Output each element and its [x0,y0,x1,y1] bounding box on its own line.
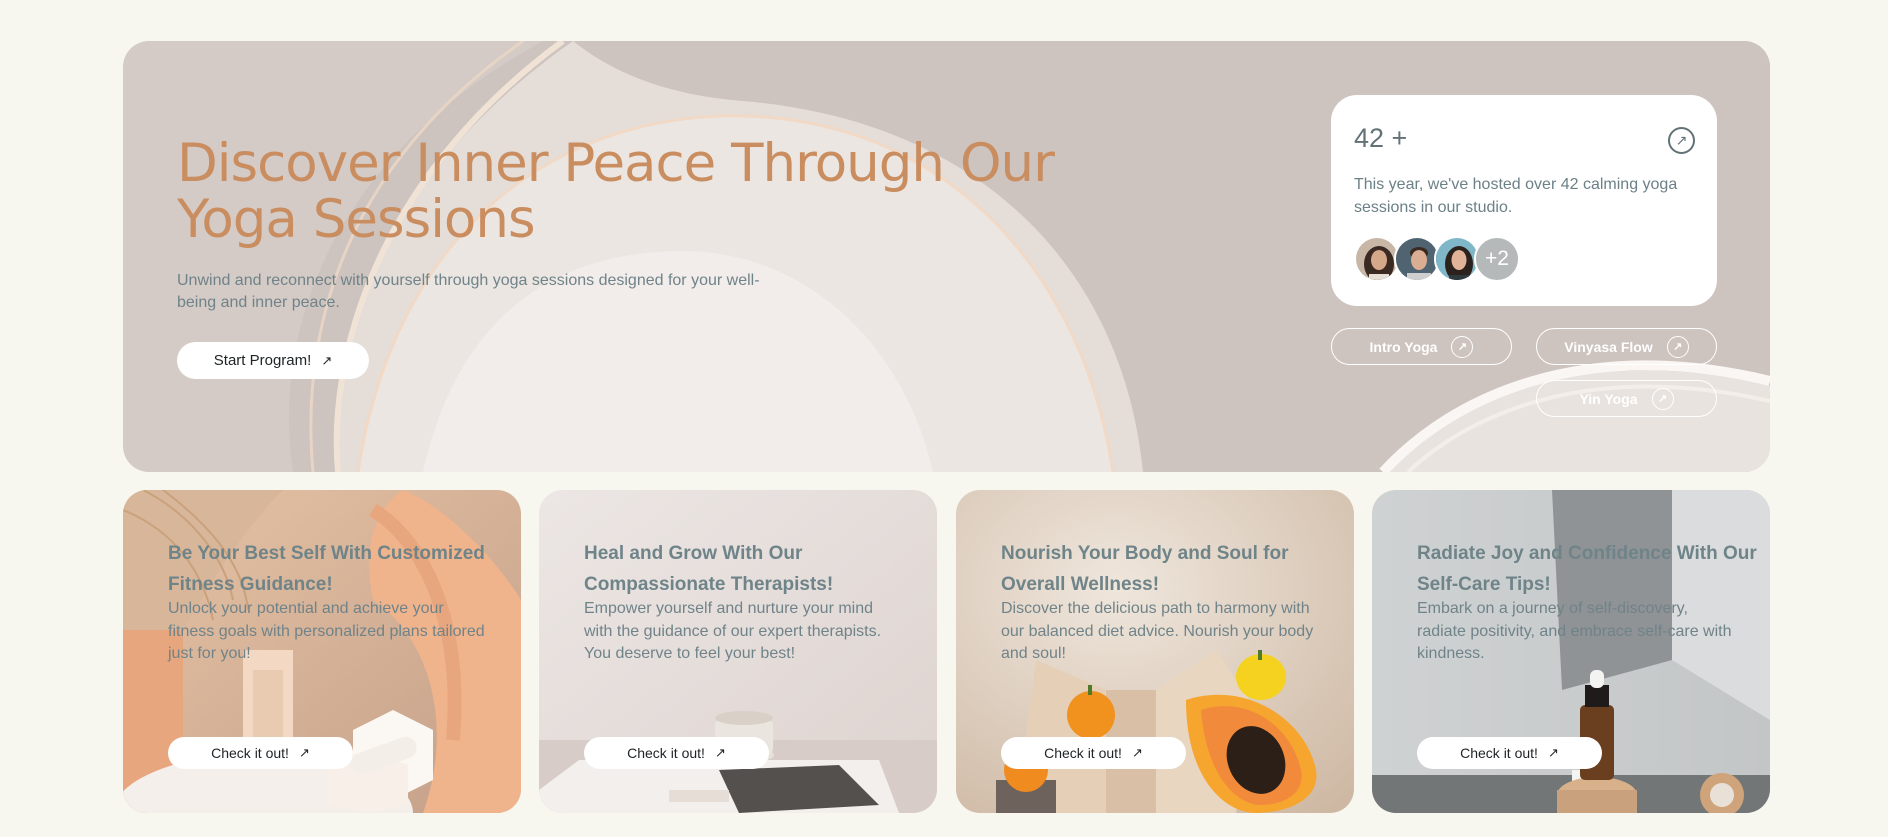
card-title: Radiate Joy and Confidence With Our Self… [1417,543,1757,595]
button-label: Check it out! [627,745,705,761]
avatar-group: +2 [1354,236,1520,283]
arrow-up-right-icon: ↗ [714,745,726,760]
check-it-out-button[interactable]: Check it out! ↗ [1417,737,1602,769]
arrow-up-right-icon: ↗ [298,745,310,760]
button-label: Check it out! [211,745,289,761]
card-description: Discover the delicious path to harmony w… [1001,600,1314,662]
check-it-out-button[interactable]: Check it out! ↗ [1001,737,1186,769]
arrow-up-right-icon: ↗ [1651,387,1674,410]
tag-label: Yin Yoga [1579,390,1638,407]
card-fitness: Be Your Best Self With Customized Fitnes… [123,490,521,813]
card-title: Heal and Grow With Our Compassionate The… [584,543,834,595]
tag-label: Vinyasa Flow [1564,338,1653,355]
arrow-up-right-icon: ↗ [321,352,333,368]
avatar-more-count[interactable]: +2 [1474,236,1520,282]
hero-title: Discover Inner Peace Through Our Yoga Se… [177,133,1055,250]
stat-description: This year, we've hosted over 42 calming … [1354,176,1678,216]
check-it-out-button[interactable]: Check it out! ↗ [584,737,769,769]
card-nutrition: Nourish Your Body and Soul for Overall W… [956,490,1354,813]
arrow-up-right-icon: ↗ [1451,335,1474,358]
button-label: Check it out! [1044,745,1122,761]
card-description: Empower yourself and nurture your mind w… [584,600,882,662]
card-description: Embark on a journey of self-discovery, r… [1417,600,1732,662]
tag-label: Intro Yoga [1369,338,1438,355]
button-label: Check it out! [1460,745,1538,761]
tag-yin-yoga[interactable]: Yin Yoga ↗ [1536,380,1717,417]
hero-banner: Discover Inner Peace Through Our Yoga Se… [123,41,1770,472]
arrow-up-right-icon: ↗ [1547,745,1559,760]
arrow-up-right-circle-icon[interactable]: ↗ [1668,127,1695,154]
card-self-care: Radiate Joy and Confidence With Our Self… [1372,490,1770,813]
stat-value: 42 + [1354,123,1408,153]
stats-card: 42 + ↗ This year, we've hosted over 42 c… [1331,95,1717,306]
hero-subtitle: Unwind and reconnect with yourself throu… [177,272,760,311]
start-program-label: Start Program! [213,352,312,369]
check-it-out-button[interactable]: Check it out! ↗ [168,737,353,769]
start-program-button[interactable]: Start Program! ↗ [177,342,369,379]
arrow-up-right-icon: ↗ [1131,745,1143,760]
card-title: Be Your Best Self With Customized Fitnes… [168,543,485,595]
card-description: Unlock your potential and achieve your f… [168,600,485,662]
arrow-up-right-icon: ↗ [1666,335,1689,358]
tag-vinyasa-flow[interactable]: Vinyasa Flow ↗ [1536,328,1717,365]
card-therapists: Heal and Grow With Our Compassionate The… [539,490,937,813]
card-title: Nourish Your Body and Soul for Overall W… [1001,543,1289,595]
tag-intro-yoga[interactable]: Intro Yoga ↗ [1331,328,1512,365]
